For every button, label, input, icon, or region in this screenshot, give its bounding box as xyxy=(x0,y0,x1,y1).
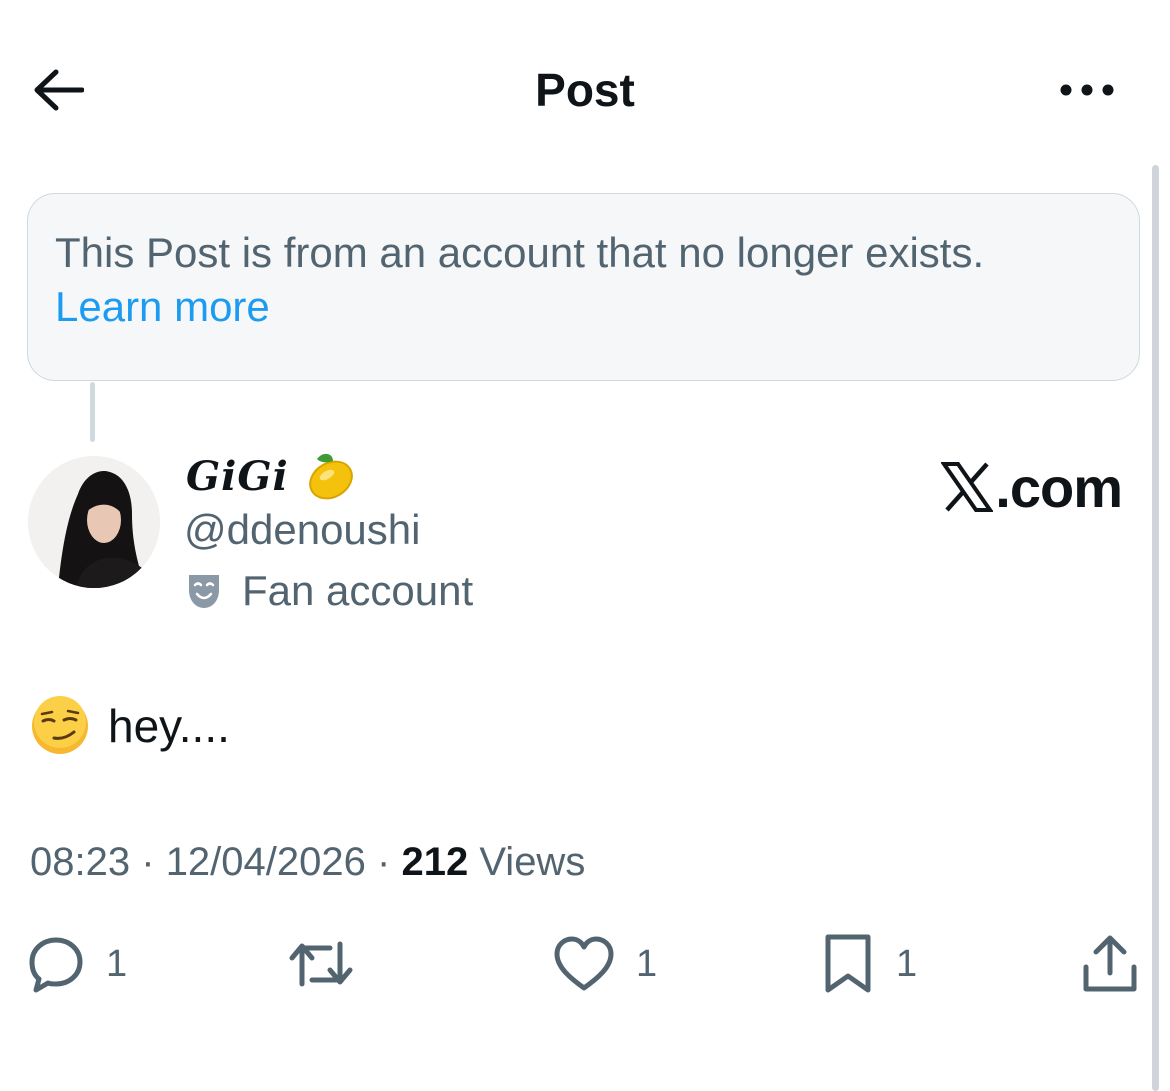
avatar[interactable] xyxy=(28,456,160,588)
post-body: hey.... xyxy=(30,696,230,756)
repost-icon xyxy=(289,941,353,987)
post-time: 08:23 xyxy=(30,840,131,884)
heart-icon xyxy=(554,936,614,991)
post-meta: 08:23 · 12/04/2026 · 212 Views xyxy=(30,836,585,888)
learn-more-link[interactable]: Learn more xyxy=(55,280,1113,334)
bookmark-count: 1 xyxy=(896,942,918,985)
reply-icon xyxy=(29,937,83,993)
author-name[interactable]: GiGi xyxy=(186,448,357,504)
views-label: Views xyxy=(479,840,586,884)
share-icon xyxy=(1083,935,1137,992)
lemon-emoji xyxy=(308,453,353,500)
author-handle[interactable]: @ddenoushi xyxy=(184,505,420,555)
post-text: hey.... xyxy=(108,700,230,752)
thread-connector-line xyxy=(90,382,95,442)
display-name: GiGi xyxy=(186,452,289,500)
page-title: Post xyxy=(535,64,635,116)
views-count[interactable]: 212 xyxy=(401,840,468,884)
account-label: Fan account xyxy=(186,565,473,617)
like-button[interactable]: 1 xyxy=(552,930,657,998)
notice-text: This Post is from an account that no lon… xyxy=(55,229,985,276)
x-com-watermark: .com xyxy=(930,455,1123,519)
bookmark-button[interactable]: 1 xyxy=(820,930,917,998)
like-count: 1 xyxy=(636,942,658,985)
x-logo-icon xyxy=(941,462,994,512)
meta-separator: · xyxy=(377,840,391,884)
avatar-image xyxy=(28,456,160,588)
smirk-emoji xyxy=(32,696,88,754)
bookmark-icon xyxy=(825,934,871,993)
theater-mask-icon xyxy=(189,575,219,608)
repost-button[interactable] xyxy=(286,930,376,998)
more-options-button[interactable] xyxy=(1052,62,1122,118)
reply-button[interactable]: 1 xyxy=(26,930,127,998)
more-horizontal-icon xyxy=(1060,84,1114,96)
deleted-account-notice: This Post is from an account that no lon… xyxy=(27,193,1140,381)
account-label-text: Fan account xyxy=(242,567,474,614)
reply-count: 1 xyxy=(106,942,128,985)
meta-separator: · xyxy=(141,840,155,884)
post-date: 12/04/2026 xyxy=(165,840,366,884)
scrollbar[interactable] xyxy=(1152,165,1159,1091)
share-button[interactable] xyxy=(1080,930,1140,998)
watermark-text: .com xyxy=(995,455,1123,519)
